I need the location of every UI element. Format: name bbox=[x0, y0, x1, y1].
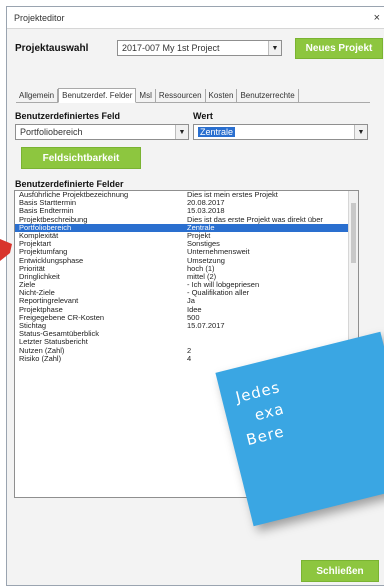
scrollbar-thumb[interactable] bbox=[351, 203, 356, 263]
tab-ressourcen[interactable]: Ressourcen bbox=[156, 89, 206, 102]
tab-benutzerdef-felder[interactable]: Benutzerdef. Felder bbox=[58, 88, 137, 103]
title-bar: Projekteditor bbox=[7, 7, 384, 29]
field-value: - Qualifikation aller bbox=[187, 288, 250, 298]
new-project-button-label: Neues Projekt bbox=[305, 43, 373, 54]
field-value: 4 bbox=[187, 353, 192, 363]
new-project-button[interactable]: Neues Projekt bbox=[295, 38, 383, 59]
value-select-value: Zentrale bbox=[198, 127, 236, 137]
tab-bar: Allgemein Benutzerdef. Felder Msl Ressou… bbox=[16, 88, 370, 103]
value-header: Wert bbox=[193, 111, 213, 121]
field-name: Risiko (Zahl) bbox=[19, 353, 62, 363]
chevron-down-icon[interactable]: ▼ bbox=[175, 125, 188, 139]
field-select-value: Portfoliobereich bbox=[20, 127, 83, 137]
value-select-combo[interactable]: Zentrale ▼ bbox=[193, 124, 368, 140]
window-title: Projekteditor bbox=[14, 12, 65, 23]
project-select-combo[interactable]: 2017-007 My 1st Project ▼ bbox=[117, 40, 282, 56]
field-visibility-button-label: Feldsichtbarkeit bbox=[42, 152, 120, 164]
close-button-label: Schließen bbox=[316, 565, 364, 577]
project-select-value: 2017-007 My 1st Project bbox=[122, 43, 220, 53]
tab-allgemein[interactable]: Allgemein bbox=[16, 89, 59, 102]
red-pointer-mark bbox=[0, 239, 12, 261]
field-value: 15.07.2017 bbox=[187, 321, 225, 330]
close-button[interactable]: Schließen bbox=[301, 560, 379, 582]
tab-kosten[interactable]: Kosten bbox=[206, 89, 238, 102]
sticky-note-text: Jedes exa Bere bbox=[233, 376, 293, 451]
custom-fields-header: Benutzerdefinierte Felder bbox=[15, 179, 124, 189]
project-select-label: Projektauswahl bbox=[15, 43, 89, 54]
tab-benutzerrechte[interactable]: Benutzerrechte bbox=[237, 89, 299, 102]
field-select-combo[interactable]: Portfoliobereich ▼ bbox=[15, 124, 189, 140]
field-visibility-button[interactable]: Feldsichtbarkeit bbox=[21, 147, 141, 169]
chevron-down-icon[interactable]: ▼ bbox=[268, 41, 281, 55]
field-header: Benutzerdefiniertes Feld bbox=[15, 111, 121, 121]
chevron-down-icon[interactable]: ▼ bbox=[354, 125, 367, 139]
close-icon[interactable]: × bbox=[374, 12, 380, 24]
tab-msl[interactable]: Msl bbox=[136, 89, 156, 102]
